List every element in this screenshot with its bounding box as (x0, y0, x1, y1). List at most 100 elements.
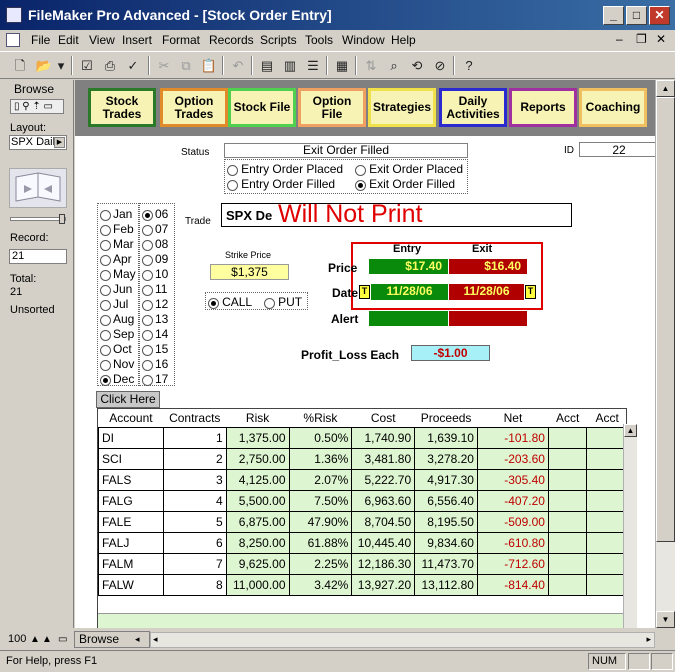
copy-icon[interactable]: ⧉ (176, 56, 196, 75)
year-option[interactable]: 10 (142, 267, 168, 281)
month-option[interactable]: Nov (100, 357, 134, 371)
table-cell[interactable]: 3.42% (288, 573, 353, 596)
table-cell[interactable]: 2.25% (288, 552, 353, 575)
table-cell[interactable]: 3,481.80 (351, 447, 416, 470)
layout-icon[interactable]: ▦ (332, 56, 352, 75)
year-option[interactable]: 09 (142, 252, 168, 266)
dropdown-arrow-icon[interactable]: ▶ (54, 137, 65, 148)
table-cell[interactable] (586, 489, 628, 512)
month-radio[interactable] (100, 329, 111, 341)
spellcheck-icon[interactable]: ✓ (123, 56, 143, 75)
scroll-thumb[interactable] (656, 97, 675, 542)
nav-option-file[interactable]: Option File (298, 88, 366, 127)
table-cell[interactable]: 6 (162, 531, 227, 554)
duplicate-record-icon[interactable]: ▥ (280, 56, 300, 75)
table-cell[interactable]: 7 (162, 552, 227, 575)
status-radio[interactable] (355, 179, 366, 191)
table-cell[interactable]: 10,445.40 (351, 531, 416, 554)
table-cell[interactable]: FALS (98, 468, 164, 491)
month-option[interactable]: Aug (100, 312, 134, 326)
cut-icon[interactable]: ✂ (154, 56, 174, 75)
table-cell[interactable]: 1 (162, 426, 227, 449)
document-icon[interactable] (6, 33, 20, 47)
click-here-button[interactable]: Click Here (96, 391, 160, 408)
table-cell[interactable]: 6,556.40 (414, 489, 478, 512)
mdi-minimize-icon[interactable]: – (616, 32, 623, 46)
year-option[interactable]: 14 (142, 327, 168, 341)
table-cell[interactable]: 47.90% (288, 510, 353, 533)
status-radio[interactable] (227, 164, 238, 176)
menu-window[interactable]: Window (342, 33, 385, 47)
entry-today-button[interactable]: T (359, 285, 370, 299)
status-radio[interactable] (227, 179, 238, 191)
close-button[interactable]: ✕ (649, 6, 670, 25)
year-option[interactable]: 13 (142, 312, 168, 326)
entry-date-field[interactable]: 11/28/06 (371, 284, 448, 300)
table-cell[interactable]: 12,186.30 (351, 552, 416, 575)
year-radio[interactable] (142, 269, 153, 281)
nav-stock-trades[interactable]: Stock Trades (88, 88, 156, 127)
replace-icon[interactable]: ⟲ (407, 56, 427, 75)
status-option-exit-filled[interactable]: Exit Order Filled (355, 177, 455, 191)
month-option[interactable]: Oct (100, 342, 132, 356)
exit-alert-field[interactable] (449, 311, 527, 326)
year-radio[interactable] (142, 224, 153, 236)
call-option[interactable]: CALL (208, 295, 252, 309)
year-option[interactable]: 06 (142, 207, 168, 221)
portal-scrollbar[interactable]: ▲ (623, 424, 637, 628)
table-cell[interactable]: 4,125.00 (225, 468, 290, 491)
table-cell[interactable]: -712.60 (476, 552, 549, 575)
vertical-scrollbar[interactable]: ▲ ▼ (655, 80, 675, 628)
year-radio[interactable] (142, 344, 153, 356)
year-radio[interactable] (142, 314, 153, 326)
year-radio[interactable] (142, 209, 153, 221)
year-option[interactable]: 16 (142, 357, 168, 371)
table-cell[interactable]: 3 (162, 468, 227, 491)
record-number-field[interactable]: 21 (9, 249, 67, 264)
table-cell[interactable]: 2,750.00 (225, 447, 290, 470)
new-record-icon[interactable]: ▤ (257, 56, 277, 75)
menu-insert[interactable]: Insert (122, 33, 152, 47)
table-cell[interactable]: -814.40 (476, 573, 549, 596)
maximize-button[interactable]: □ (626, 6, 647, 25)
table-cell[interactable] (547, 510, 588, 533)
table-cell[interactable] (586, 573, 628, 596)
undo-icon[interactable]: ↶ (228, 56, 248, 75)
strike-field[interactable]: $1,375 (210, 264, 289, 280)
table-cell[interactable]: 3,278.20 (414, 447, 478, 470)
month-radio[interactable] (100, 284, 111, 296)
new-icon[interactable]: 🗋 (10, 56, 30, 75)
year-option[interactable]: 08 (142, 237, 168, 251)
table-cell[interactable]: 5,500.00 (225, 489, 290, 512)
nav-daily-activities[interactable]: Daily Activities (439, 88, 507, 127)
record-slider[interactable] (10, 214, 66, 224)
table-cell[interactable]: 11,473.70 (414, 552, 478, 575)
table-cell[interactable] (547, 531, 588, 554)
table-cell[interactable]: 6,875.00 (225, 510, 290, 533)
call-radio[interactable] (208, 297, 219, 309)
year-radio[interactable] (142, 239, 153, 251)
nav-option-trades[interactable]: Option Trades (160, 88, 228, 127)
month-radio[interactable] (100, 254, 111, 266)
table-cell[interactable]: DI (98, 426, 164, 449)
menu-format[interactable]: Format (162, 33, 200, 47)
table-cell[interactable]: 11,000.00 (225, 573, 290, 596)
table-cell[interactable]: 9,625.00 (225, 552, 290, 575)
table-cell[interactable] (547, 573, 588, 596)
find-icon[interactable]: ⌕ (384, 56, 404, 75)
app-icon[interactable] (6, 7, 22, 23)
table-cell[interactable] (586, 552, 628, 575)
table-cell[interactable]: 1,639.10 (414, 426, 478, 449)
table-cell[interactable] (547, 552, 588, 575)
year-option[interactable]: 17 (142, 372, 168, 386)
table-cell[interactable]: 4,917.30 (414, 468, 478, 491)
table-cell[interactable]: 7.50% (288, 489, 353, 512)
table-cell[interactable]: 1.36% (288, 447, 353, 470)
table-cell[interactable]: 5,222.70 (351, 468, 416, 491)
exit-price-field[interactable]: $16.40 (449, 259, 527, 274)
menu-view[interactable]: View (89, 33, 115, 47)
month-radio[interactable] (100, 269, 111, 281)
status-radio[interactable] (355, 164, 366, 176)
month-option[interactable]: Jan (100, 207, 132, 221)
table-cell[interactable] (547, 468, 588, 491)
